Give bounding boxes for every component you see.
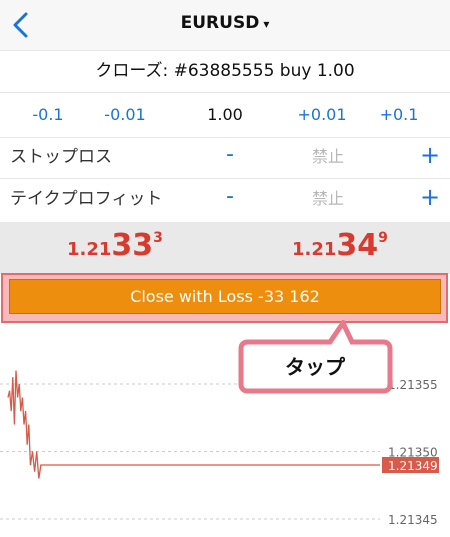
y-tick-label: 1.21345 <box>388 513 438 527</box>
stop-loss-label: ストップロス <box>10 147 112 167</box>
ask-price-pips: 34 <box>336 228 379 263</box>
symbol-selector[interactable]: EURUSD ▾ <box>150 13 300 37</box>
divider <box>0 178 450 179</box>
volume-plus-0.1-button[interactable]: +0.1 <box>364 105 434 125</box>
volume-minus-0.1-button[interactable]: -0.1 <box>13 105 83 125</box>
tap-callout: タップ <box>238 320 393 394</box>
take-profit-value[interactable]: 禁止 <box>298 187 358 211</box>
close-with-loss-button[interactable]: Close with Loss -33 162 <box>9 279 441 314</box>
ask-price-prefix: 1.21 <box>292 239 337 260</box>
stop-loss-minus-button[interactable]: - <box>220 143 240 167</box>
ask-price: 1.21349 <box>292 228 388 268</box>
stop-loss-plus-button[interactable]: + <box>418 143 442 167</box>
divider <box>0 92 450 93</box>
volume-plus-0.01-button[interactable]: +0.01 <box>287 105 357 125</box>
order-title: クローズ: #63885555 buy 1.00 <box>95 61 355 81</box>
callout-text: タップ <box>285 355 346 379</box>
bid-price-fraction: 3 <box>153 230 163 246</box>
bid-price-prefix: 1.21 <box>67 239 112 260</box>
dropdown-caret-icon: ▾ <box>263 17 270 31</box>
ask-price-fraction: 9 <box>378 230 388 246</box>
stop-loss-value[interactable]: 禁止 <box>298 145 358 169</box>
bid-price-pips: 33 <box>111 228 154 263</box>
volume-minus-0.01-button[interactable]: -0.01 <box>90 105 160 125</box>
volume-value[interactable]: 1.00 <box>190 105 260 125</box>
divider <box>0 137 450 138</box>
symbol-title: EURUSD <box>180 13 260 33</box>
take-profit-label: テイクプロフィット <box>10 189 163 209</box>
bid-price: 1.21333 <box>67 228 163 268</box>
take-profit-minus-button[interactable]: - <box>220 185 240 209</box>
back-arrow-icon[interactable] <box>10 12 32 38</box>
current-price-label: 1.21349 <box>388 459 438 473</box>
take-profit-plus-button[interactable]: + <box>418 185 442 209</box>
